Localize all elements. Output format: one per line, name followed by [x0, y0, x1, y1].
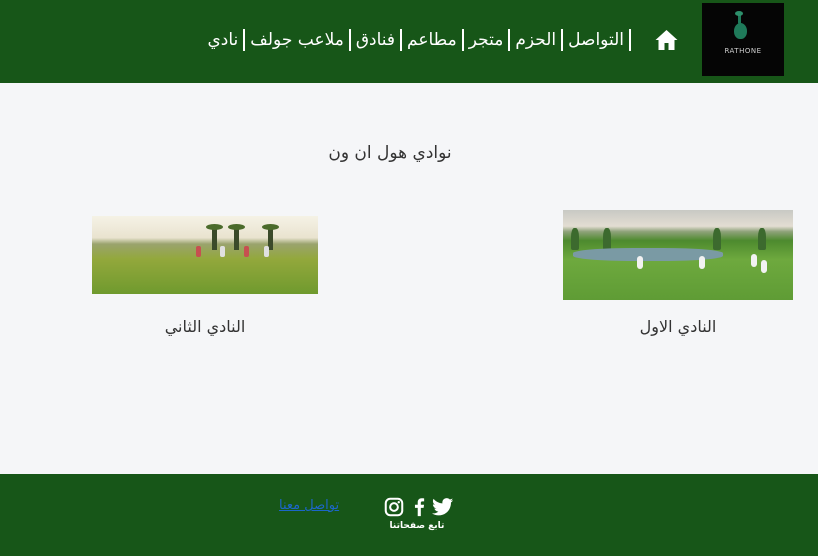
golfer	[751, 254, 757, 267]
home-icon[interactable]	[654, 29, 679, 51]
golfer	[637, 256, 643, 269]
nav-item-club[interactable]: نادي	[207, 30, 238, 50]
golfer	[699, 256, 705, 269]
nav-item-hotels[interactable]: فنادق	[356, 30, 395, 50]
nav-item-store[interactable]: متجر	[469, 30, 504, 50]
golfer	[761, 260, 767, 273]
page-title: نوادي هول ان ون	[328, 143, 452, 163]
site-logo[interactable]: RATHONE	[702, 3, 784, 76]
follow-us-label: تابع صفحاتنا	[389, 521, 445, 531]
nav-separator	[400, 29, 403, 51]
nav-item-contact[interactable]: التواصل	[568, 30, 624, 50]
nav-item-golf-courses[interactable]: ملاعب جولف	[250, 30, 344, 50]
twitter-icon[interactable]	[432, 496, 454, 518]
golfer	[196, 246, 201, 257]
tree	[571, 228, 579, 250]
golfer	[244, 246, 249, 257]
instagram-icon[interactable]	[383, 496, 405, 518]
nav-separator	[561, 29, 564, 51]
nav-separator	[629, 29, 631, 51]
tree	[713, 228, 721, 250]
tree	[603, 228, 611, 250]
facebook-icon[interactable]	[408, 496, 430, 518]
nav-separator	[461, 29, 464, 51]
nav-separator	[508, 29, 511, 51]
nav-item-packages[interactable]: الحزم	[515, 30, 556, 50]
club-two-caption[interactable]: النادي الثاني	[92, 317, 318, 336]
bird-logo-icon	[734, 11, 747, 39]
logo-text: RATHONE	[724, 47, 762, 55]
site-header: RATHONE التواصل الحزم متجر مطاعم فنادق م…	[0, 0, 818, 83]
club-two-image[interactable]	[92, 216, 318, 294]
golfer	[264, 246, 269, 257]
main-nav: التواصل الحزم متجر مطاعم فنادق ملاعب جول…	[207, 28, 636, 52]
nav-item-restaurants[interactable]: مطاعم	[407, 30, 457, 50]
club-one-caption[interactable]: النادي الاول	[563, 317, 793, 336]
contact-us-link[interactable]: تواصل معنا	[279, 498, 339, 513]
nav-separator	[243, 29, 246, 51]
nav-separator	[348, 29, 351, 51]
tree	[758, 228, 766, 250]
palm-tree	[228, 224, 245, 250]
golfer	[220, 246, 225, 257]
palm-tree	[206, 224, 223, 250]
club-one-image[interactable]	[563, 210, 793, 300]
